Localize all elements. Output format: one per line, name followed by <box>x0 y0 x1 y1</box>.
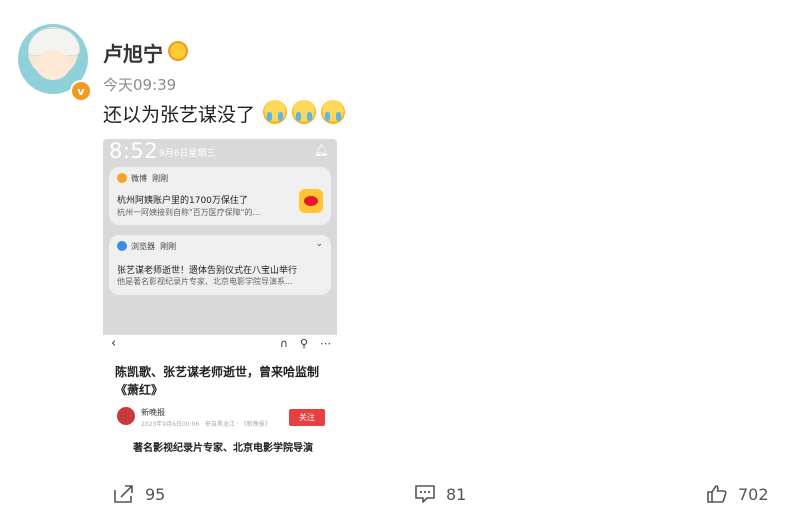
emoji-row <box>263 100 345 124</box>
thumbs-up-icon <box>707 485 727 503</box>
weibo-logo-icon <box>299 189 323 213</box>
lockscreen-clock: 8:52 <box>109 139 159 163</box>
bell-icon: 🔔︎ <box>313 143 329 157</box>
verified-badge-icon: v <box>70 80 92 102</box>
crying-face-icon <box>321 100 345 124</box>
article-toolbar: ‹ ∩ ⚲ ⋯ <box>103 335 337 355</box>
lockscreen-date: 9月6日星期三 <box>159 149 216 159</box>
avatar-face <box>36 50 70 80</box>
follow-button: 关注 <box>289 409 325 426</box>
crying-face-icon <box>292 100 316 124</box>
username[interactable]: 卢旭宁 <box>103 38 163 67</box>
browser-app-icon <box>117 241 127 251</box>
share-count: 95 <box>145 484 166 504</box>
notification-title: 杭州阿姨账户里的1700万保住了 <box>117 196 248 206</box>
comment-count: 81 <box>446 484 467 504</box>
post-text: 还以为张艺谋没了 <box>103 104 256 126</box>
notification-body: 他是著名影视纪录片专家、北京电影学院导演系... <box>117 277 293 286</box>
post-timestamp: 今天09:39 <box>103 76 177 94</box>
notification-app: 浏览器 刚刚 <box>131 242 177 251</box>
article-title: 陈凯歌、张艺谋老师逝世，曾来哈监制《萧红》 <box>115 365 320 397</box>
vip-crown-icon <box>168 41 188 61</box>
comment-button[interactable]: 81 <box>414 484 466 504</box>
more-icon: ⋯ <box>320 337 331 350</box>
share-button[interactable]: 95 <box>113 484 165 504</box>
article-meta: 2023年9月6日00:06 · 来自黑龙江 · 《新晚报》 <box>141 421 271 428</box>
search-icon: ⚲ <box>299 337 308 350</box>
weibo-app-icon <box>117 173 127 183</box>
source-logo-icon <box>117 407 135 425</box>
crying-face-icon <box>263 100 287 124</box>
post-image[interactable]: 8:52 9月6日星期三 🔔︎ 微博 刚刚 杭州阿姨账户里的1700万保住了 杭… <box>103 139 337 452</box>
notification-title: 张艺谋老师逝世！遗体告别仪式在八宝山举行 <box>117 266 298 276</box>
back-arrow-icon: ‹ <box>111 336 117 351</box>
notification-weibo: 微博 刚刚 杭州阿姨账户里的1700万保住了 杭州一阿姨接到自称"百万医疗保障"… <box>109 167 331 225</box>
share-icon <box>114 485 133 503</box>
headphones-icon: ∩ <box>279 337 288 350</box>
like-count: 702 <box>738 484 769 504</box>
article-preview: ‹ ∩ ⚲ ⋯ 陈凯歌、张艺谋老师逝世，曾来哈监制《萧红》 新晚报 2023年9… <box>103 335 337 452</box>
notification-app: 微博 刚刚 <box>131 174 169 183</box>
chevron-down-icon: ⌄ <box>315 239 323 249</box>
article-source: 新晚报 <box>141 408 165 417</box>
lockscreen: 8:52 9月6日星期三 🔔︎ 微博 刚刚 杭州阿姨账户里的1700万保住了 杭… <box>103 139 337 335</box>
article-snippet: 著名影视纪录片专家、北京电影学院导演 <box>133 443 313 452</box>
notification-body: 杭州一阿姨接到自称"百万医疗保障"的... <box>117 208 260 217</box>
notification-browser: 浏览器 刚刚 ⌄ 张艺谋老师逝世！遗体告别仪式在八宝山举行 他是著名影视纪录片专… <box>109 235 331 295</box>
comment-icon <box>415 485 435 503</box>
like-button[interactable]: 702 <box>706 484 769 504</box>
